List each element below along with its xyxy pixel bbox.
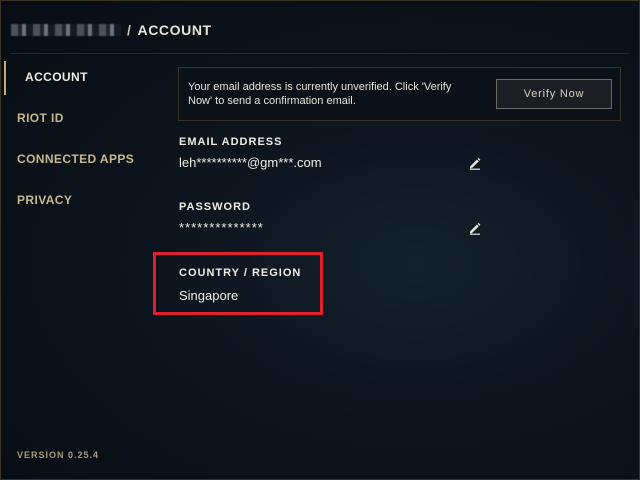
- password-value: **************: [179, 220, 264, 235]
- edit-password-icon[interactable]: [468, 221, 482, 235]
- account-settings-window: / ACCOUNT ACCOUNT RIOT ID CONNECTED APPS…: [0, 0, 640, 480]
- verify-now-button[interactable]: Verify Now: [496, 79, 612, 109]
- sidebar-item-connected-apps[interactable]: CONNECTED APPS: [1, 149, 161, 169]
- highlight-box: [153, 252, 323, 315]
- sidebar-item-privacy[interactable]: PRIVACY: [1, 190, 161, 210]
- email-value: leh**********@gm***.com: [179, 155, 322, 170]
- header-divider: [11, 53, 629, 54]
- blurred-username: [11, 24, 121, 36]
- sidebar-nav: ACCOUNT RIOT ID CONNECTED APPS PRIVACY: [1, 61, 161, 231]
- sidebar-item-account[interactable]: ACCOUNT: [1, 61, 161, 95]
- page-title: ACCOUNT: [137, 22, 212, 38]
- version-label: VERSION 0.25.4: [17, 450, 100, 460]
- edit-email-icon[interactable]: [468, 156, 482, 170]
- notice-text: Your email address is currently unverifi…: [188, 81, 452, 107]
- breadcrumb-separator: /: [127, 22, 132, 38]
- email-label: EMAIL ADDRESS: [179, 136, 283, 148]
- password-label: PASSWORD: [179, 201, 251, 213]
- breadcrumb: / ACCOUNT: [11, 19, 212, 41]
- sidebar-item-riot-id[interactable]: RIOT ID: [1, 108, 161, 128]
- unverified-email-notice: Your email address is currently unverifi…: [178, 67, 621, 121]
